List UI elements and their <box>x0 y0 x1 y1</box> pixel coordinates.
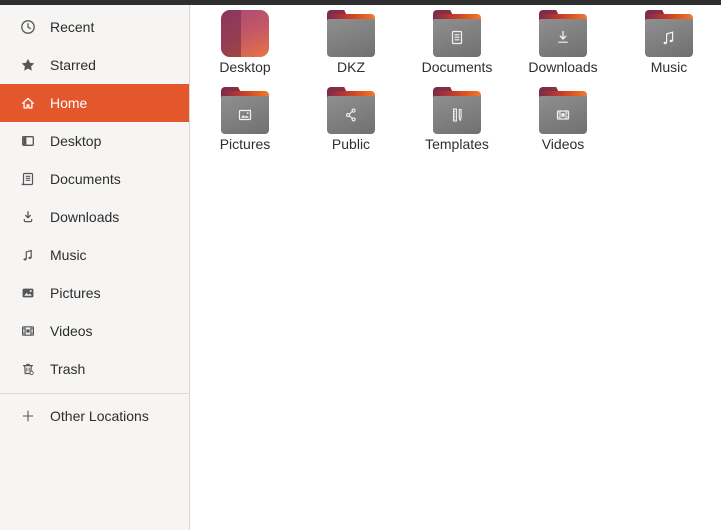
sidebar-item-label: Pictures <box>50 285 101 301</box>
desktop-icon <box>19 133 36 150</box>
file-item-documents[interactable]: Documents <box>404 10 510 87</box>
documents-folder-icon <box>433 10 481 57</box>
sidebar-item-home[interactable]: Home <box>0 84 189 122</box>
document-emblem-icon <box>451 30 463 45</box>
file-manager-window: Recent Starred Home Desktop Documents Do… <box>0 5 721 530</box>
file-item-label: Downloads <box>528 59 598 75</box>
templates-folder-icon <box>433 87 481 134</box>
videos-folder-icon <box>539 87 587 134</box>
download-emblem-icon <box>558 30 568 43</box>
download-icon <box>19 209 36 226</box>
sidebar-item-label: Home <box>50 95 88 111</box>
sidebar-item-pictures[interactable]: Pictures <box>0 274 189 312</box>
sidebar-item-other-locations[interactable]: Other Locations <box>0 397 189 435</box>
music-folder-icon <box>645 10 693 57</box>
sidebar-item-starred[interactable]: Starred <box>0 46 189 84</box>
picture-icon <box>19 285 36 302</box>
sidebar-divider <box>0 393 189 394</box>
file-item-music[interactable]: Music <box>616 10 721 87</box>
sidebar-item-label: Videos <box>50 323 93 339</box>
file-item-downloads[interactable]: Downloads <box>510 10 616 87</box>
sidebar-item-label: Other Locations <box>50 408 149 424</box>
sidebar-item-label: Documents <box>50 171 121 187</box>
sidebar-item-label: Music <box>50 247 87 263</box>
file-item-dkz[interactable]: DKZ <box>298 10 404 87</box>
plain-folder-icon <box>327 10 375 57</box>
sidebar-item-label: Desktop <box>50 133 102 149</box>
sidebar-item-downloads[interactable]: Downloads <box>0 198 189 236</box>
file-item-label: Videos <box>541 136 585 152</box>
sidebar-item-desktop[interactable]: Desktop <box>0 122 189 160</box>
image-emblem-icon <box>238 109 252 121</box>
template-emblem-icon <box>453 108 462 122</box>
public-folder-icon <box>327 87 375 134</box>
file-item-label: Documents <box>421 59 493 75</box>
places-sidebar: Recent Starred Home Desktop Documents Do… <box>0 5 190 530</box>
music-note-icon <box>19 247 36 264</box>
music-emblem-icon <box>663 31 674 45</box>
sidebar-item-recent[interactable]: Recent <box>0 8 189 46</box>
file-item-label: Templates <box>425 136 489 152</box>
sidebar-item-music[interactable]: Music <box>0 236 189 274</box>
file-item-pictures[interactable]: Pictures <box>192 87 298 164</box>
pictures-folder-icon <box>221 87 269 134</box>
file-item-label: Public <box>331 136 371 152</box>
sidebar-item-documents[interactable]: Documents <box>0 160 189 198</box>
file-item-videos[interactable]: Videos <box>510 87 616 164</box>
trash-icon <box>19 361 36 378</box>
file-item-public[interactable]: Public <box>298 87 404 164</box>
file-item-label: Pictures <box>219 136 271 152</box>
sidebar-item-label: Starred <box>50 57 96 73</box>
clock-icon <box>19 19 36 36</box>
sidebar-item-label: Recent <box>50 19 95 35</box>
plus-icon <box>19 408 36 425</box>
sidebar-item-label: Downloads <box>50 209 120 225</box>
file-grid-view: Desktop DKZ Documents Downloads Music Pi… <box>190 5 721 530</box>
file-item-label: Music <box>650 59 688 75</box>
film-emblem-icon <box>556 110 570 120</box>
sidebar-item-trash[interactable]: Trash <box>0 350 189 388</box>
document-icon <box>19 171 36 188</box>
file-item-templates[interactable]: Templates <box>404 87 510 164</box>
file-item-label: DKZ <box>337 59 365 75</box>
file-item-desktop[interactable]: Desktop <box>192 10 298 87</box>
film-icon <box>19 323 36 340</box>
share-emblem-icon <box>345 108 356 122</box>
sidebar-item-label: Trash <box>50 361 86 377</box>
file-item-label: Desktop <box>219 59 271 75</box>
home-icon <box>19 95 36 112</box>
desktop-gradient-folder-icon <box>221 10 269 57</box>
downloads-folder-icon <box>539 10 587 57</box>
icon-grid: Desktop DKZ Documents Downloads Music Pi… <box>192 10 721 164</box>
sidebar-item-videos[interactable]: Videos <box>0 312 189 350</box>
star-icon <box>19 57 36 74</box>
